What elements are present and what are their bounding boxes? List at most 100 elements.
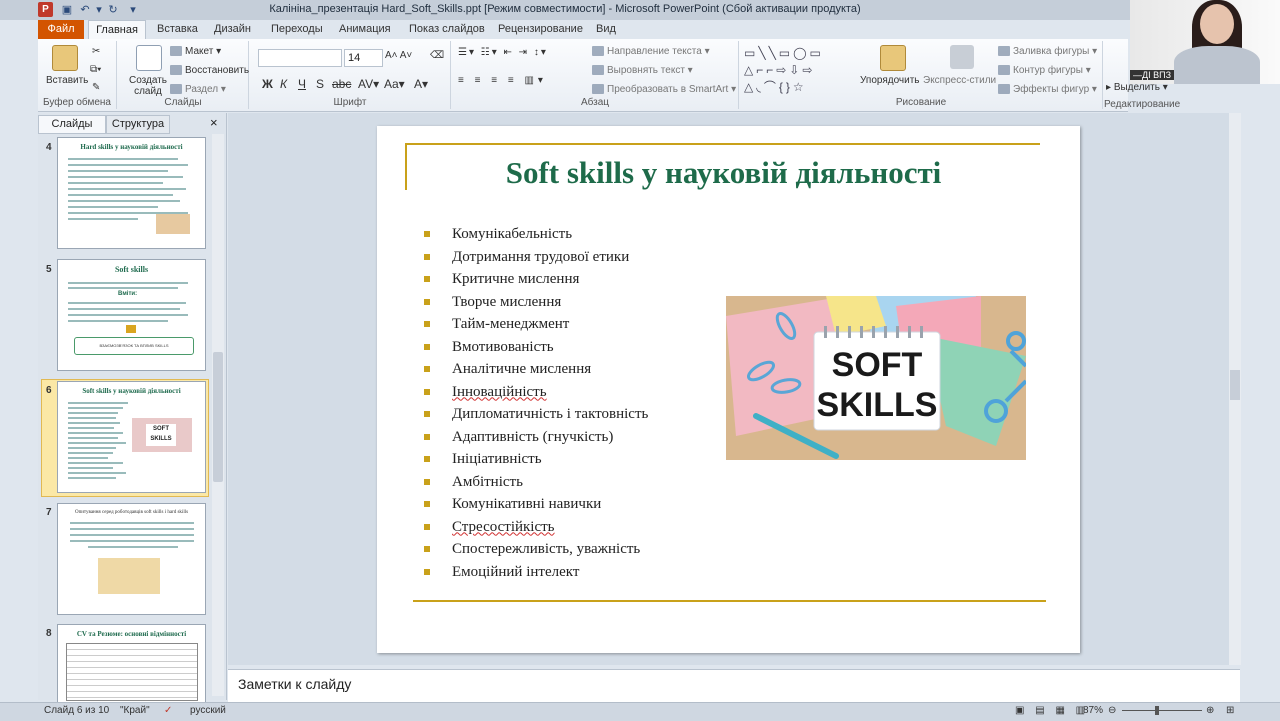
- tab-view[interactable]: Вид: [596, 23, 616, 35]
- spellcheck-icon[interactable]: ✓: [164, 705, 172, 716]
- slide-bottom-line: [413, 600, 1046, 602]
- text-direction-label: Направление текста: [607, 46, 702, 57]
- strikethrough-icon[interactable]: abc: [332, 77, 351, 91]
- zoom-level[interactable]: 87%: [1083, 705, 1103, 716]
- tab-review[interactable]: Рецензирование: [498, 23, 583, 35]
- text-direction-button[interactable]: Направление текста ▾: [592, 46, 710, 57]
- view-buttons-icon[interactable]: ▣ ▤ ▦ ▥: [1015, 705, 1089, 716]
- tab-animation[interactable]: Анимация: [339, 23, 391, 35]
- align-buttons-icon[interactable]: ≡ ≡ ≡ ≡ ▥▾: [458, 75, 547, 86]
- theme-name[interactable]: "Край": [120, 705, 150, 716]
- thumb-box: ВЗАЄМОЗВ'ЯЗОК ТА ВПЛИВ SKILLS: [74, 337, 194, 355]
- thumb-line: [68, 447, 116, 449]
- panel-scroll-thumb[interactable]: [213, 352, 223, 482]
- bullet-text: Емоційний інтелект: [452, 563, 580, 580]
- thumb-subtitle: Вміти:: [118, 291, 138, 297]
- shape-outline-button[interactable]: Контур фигуры ▾: [998, 65, 1091, 76]
- thumb-line: [68, 417, 116, 419]
- tab-outline-panel[interactable]: Структура: [106, 115, 170, 134]
- slide-thumbnail-7[interactable]: Опитування серед роботодавців soft skill…: [57, 503, 206, 615]
- arrange-icon[interactable]: [880, 45, 906, 71]
- language-indicator[interactable]: русский: [190, 705, 226, 716]
- tab-slideshow[interactable]: Показ слайдов: [409, 23, 485, 35]
- spacing-icon[interactable]: AV▾: [358, 77, 379, 91]
- tab-insert[interactable]: Вставка: [157, 23, 198, 35]
- align-text-button[interactable]: Выровнять текст ▾: [592, 65, 693, 76]
- paragraph-group: ☰▾ ☷▾ ⇤ ⇥ ↕▾ ≡ ≡ ≡ ≡ ▥▾ Направление текс…: [452, 41, 739, 109]
- shadow-icon[interactable]: S: [316, 77, 324, 91]
- underline-icon[interactable]: Ч: [298, 77, 306, 91]
- zoom-slider-thumb[interactable]: [1155, 706, 1159, 715]
- italic-icon[interactable]: К: [280, 77, 287, 91]
- list-buttons-icon[interactable]: ☰▾ ☷▾ ⇤ ⇥ ↕▾: [458, 47, 548, 58]
- arrange-button[interactable]: Упорядочить: [860, 75, 920, 86]
- layout-button[interactable]: Макет ▾: [170, 46, 221, 57]
- zoom-slider-track[interactable]: [1122, 710, 1202, 711]
- bullet-text: Критичне мислення: [452, 271, 580, 287]
- zoom-out-icon[interactable]: ⊖: [1108, 705, 1116, 716]
- paste-icon[interactable]: [52, 45, 78, 71]
- slide-thumbnail-4[interactable]: Hard skills у науковій діяльності: [57, 137, 206, 249]
- shapes-gallery[interactable]: ▭╲╲▭◯▭ △⌐⌐⇨⇩⇨ △◟⌒{}☆: [744, 45, 852, 95]
- font-color-icon[interactable]: A▾: [414, 77, 428, 91]
- slide-thumbnail-5[interactable]: Soft skills Вміти: ВЗАЄМОЗВ'ЯЗОК ТА ВПЛИ…: [57, 259, 206, 371]
- bullet-marker: [424, 366, 430, 372]
- slide-thumbnail-8[interactable]: CV та Резюме: основні відмінності: [57, 624, 206, 704]
- quick-styles-icon[interactable]: [950, 45, 974, 69]
- slide-title[interactable]: Soft skills у науковій діяльності: [407, 155, 1040, 191]
- bullet-marker: [424, 501, 430, 507]
- section-button[interactable]: Раздел ▾: [170, 84, 226, 95]
- thumb-image-label: SOFT SKILLS: [146, 424, 176, 446]
- align-text-label: Выровнять текст: [607, 65, 685, 76]
- clear-format-icon[interactable]: ⌫: [430, 50, 444, 61]
- thumb-image: [156, 214, 190, 234]
- paste-button[interactable]: Вставить: [46, 75, 88, 86]
- notes-placeholder[interactable]: Заметки к слайду: [238, 676, 351, 692]
- bullet-list[interactable]: Комунікабельність Дотримання трудової ет…: [424, 223, 724, 583]
- tab-design[interactable]: Дизайн: [214, 23, 251, 35]
- thumb-line: [68, 432, 123, 434]
- align-text-icon: [592, 65, 604, 76]
- slide-thumbnail-6[interactable]: Soft skills у науковій діяльності SOFT S…: [57, 381, 206, 493]
- slide-number: 8: [46, 628, 52, 639]
- grow-font-icon[interactable]: A˄ A˅: [385, 50, 412, 61]
- ribbon-tab-row: Вставка Дизайн Переходы Анимация Показ с…: [0, 20, 1130, 39]
- fit-to-window-icon[interactable]: ⊞: [1226, 705, 1234, 716]
- bold-icon[interactable]: Ж: [262, 77, 273, 91]
- tab-slides-panel[interactable]: Слайды: [38, 115, 106, 134]
- soft-skills-image[interactable]: SOFT SKILLS: [726, 296, 1026, 460]
- presenter-body: [1174, 46, 1260, 84]
- bullet-marker: [424, 478, 430, 485]
- new-slide-button[interactable]: Создать слайд: [128, 75, 168, 97]
- font-size-combo[interactable]: 14: [344, 49, 383, 67]
- quick-styles-button[interactable]: Экспресс-стили: [923, 75, 996, 86]
- clipboard-group-label: Буфер обмена: [43, 97, 111, 108]
- font-name-combo[interactable]: [258, 49, 342, 67]
- format-painter-icon[interactable]: ✎: [92, 82, 100, 93]
- slide-scroll-thumb[interactable]: [1230, 370, 1240, 400]
- tab-file[interactable]: Файл: [38, 20, 84, 39]
- close-panel-icon[interactable]: ×: [210, 116, 222, 130]
- new-slide-icon[interactable]: [136, 45, 162, 71]
- section-icon: [170, 84, 182, 95]
- thumb-line: [68, 176, 183, 178]
- bullet-item: Стресостійкість: [424, 516, 724, 539]
- smartart-button[interactable]: Преобразовать в SmartArt ▾: [592, 84, 736, 95]
- notes-pane[interactable]: [228, 669, 1240, 702]
- slide-number: 7: [46, 507, 52, 518]
- copy-icon[interactable]: ⧉▾: [90, 64, 101, 75]
- title-frame-top: [407, 143, 1040, 145]
- bullet-marker: [424, 388, 430, 395]
- bullet-marker: [424, 231, 430, 237]
- shape-fill-button[interactable]: Заливка фигуры ▾: [998, 46, 1097, 57]
- tab-transitions[interactable]: Переходы: [271, 23, 323, 35]
- change-case-icon[interactable]: Aa▾: [384, 77, 405, 91]
- thumb-line: [68, 188, 186, 190]
- reset-button[interactable]: Восстановить: [170, 65, 249, 76]
- thumb-line: [68, 412, 118, 414]
- shape-effects-button[interactable]: Эффекты фигур ▾: [998, 84, 1097, 95]
- zoom-in-icon[interactable]: ⊕: [1206, 705, 1214, 716]
- tab-home[interactable]: Главная: [88, 20, 146, 41]
- cut-icon[interactable]: ✂: [92, 46, 100, 57]
- image-text-skills: SKILLS: [817, 386, 938, 424]
